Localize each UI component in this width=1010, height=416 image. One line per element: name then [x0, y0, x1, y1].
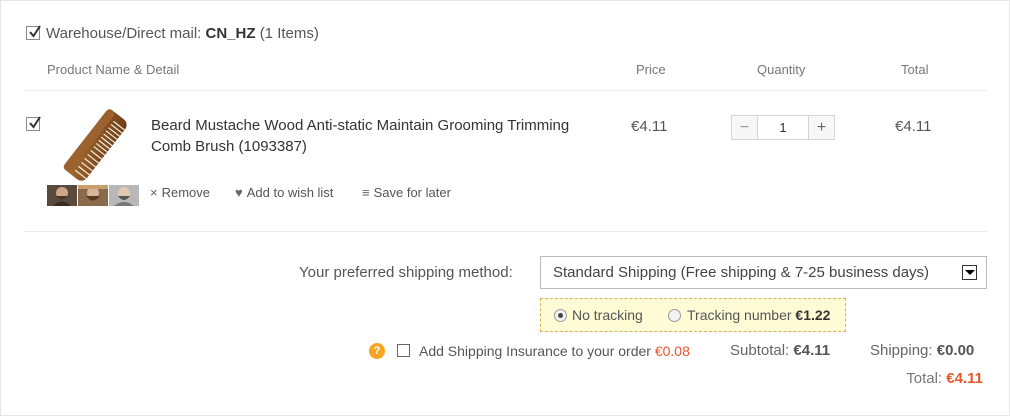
save-label: Save for later [373, 185, 451, 200]
minus-icon: − [739, 118, 750, 136]
total-label: Total: [906, 370, 943, 387]
insurance-label: Add Shipping Insurance to your order €0.… [419, 343, 690, 359]
remove-label: Remove [161, 185, 211, 200]
shipping-method-select[interactable]: Standard Shipping (Free shipping & 7-25 … [540, 256, 987, 289]
check-icon [29, 25, 41, 38]
header-product: Product Name & Detail [47, 62, 180, 77]
thumbnail-2[interactable] [78, 185, 108, 206]
warehouse-title: Warehouse/Direct mail: [46, 25, 202, 42]
insurance-price: €0.08 [654, 343, 690, 359]
item-count: (1 Items) [259, 25, 319, 42]
divider [25, 90, 987, 91]
comb-image [63, 109, 127, 181]
thumbnail-3[interactable] [109, 185, 139, 206]
item-total: €4.11 [895, 118, 932, 135]
header-quantity: Quantity [757, 62, 806, 77]
no-tracking-label[interactable]: No tracking [572, 307, 643, 323]
tracking-number-label[interactable]: Tracking number €1.22 [687, 307, 830, 323]
quantity-input[interactable]: 1 [758, 116, 808, 139]
shipping-selected-value: Standard Shipping (Free shipping & 7-25 … [553, 264, 930, 281]
save-for-later-link[interactable]: ≡ Save for later [362, 185, 451, 200]
remove-link[interactable]: × Remove [150, 185, 210, 200]
product-image[interactable] [49, 107, 141, 183]
order-total: Total: €4.11 [906, 370, 983, 387]
check-icon [29, 116, 41, 129]
quantity-stepper: − 1 + [731, 115, 835, 140]
wishlist-link[interactable]: ♥ Add to wish list [235, 185, 333, 200]
item-price: €4.11 [631, 118, 668, 135]
tracking-options: No tracking Tracking number €1.22 [540, 298, 846, 332]
close-icon: × [150, 185, 158, 200]
heart-icon: ♥ [235, 185, 243, 200]
insurance-checkbox[interactable] [397, 344, 410, 357]
warehouse-code: CN_HZ [205, 25, 256, 42]
shipping-cost-label: Shipping: [870, 342, 933, 359]
insurance-text: Add Shipping Insurance to your order [419, 343, 651, 359]
warehouse-label: Warehouse/Direct mail: CN_HZ (1 Items) [46, 25, 319, 42]
wishlist-label: Add to wish list [246, 185, 334, 200]
tracking-number-text: Tracking number [687, 307, 792, 323]
header-total: Total [901, 62, 929, 77]
list-icon: ≡ [362, 185, 370, 200]
shipping-cost-value: €0.00 [936, 342, 975, 359]
tracking-price: €1.22 [795, 307, 831, 323]
tracking-number-radio[interactable] [668, 309, 681, 322]
decrease-quantity-button[interactable]: − [732, 116, 758, 139]
thumbnail-1[interactable] [47, 185, 77, 206]
cart-panel: Warehouse/Direct mail: CN_HZ (1 Items) P… [0, 0, 1010, 416]
subtotal: Subtotal: €4.11 [730, 342, 830, 359]
plus-icon: + [816, 118, 827, 136]
item-checkbox[interactable] [26, 116, 41, 131]
increase-quantity-button[interactable]: + [808, 116, 834, 139]
warehouse-checkbox[interactable] [26, 25, 41, 40]
no-tracking-radio[interactable] [554, 309, 567, 322]
subtotal-value: €4.11 [793, 342, 831, 359]
subtotal-label: Subtotal: [730, 342, 790, 359]
product-name-link[interactable]: Beard Mustache Wood Anti-static Maintain… [151, 115, 571, 157]
total-value: €4.11 [946, 370, 983, 387]
divider [25, 231, 987, 232]
dropdown-arrow-icon [962, 265, 977, 280]
header-price: Price [636, 62, 666, 77]
shipping-method-label: Your preferred shipping method: [299, 264, 513, 281]
help-icon[interactable]: ? [369, 343, 385, 359]
shipping-cost: Shipping: €0.00 [870, 342, 974, 359]
